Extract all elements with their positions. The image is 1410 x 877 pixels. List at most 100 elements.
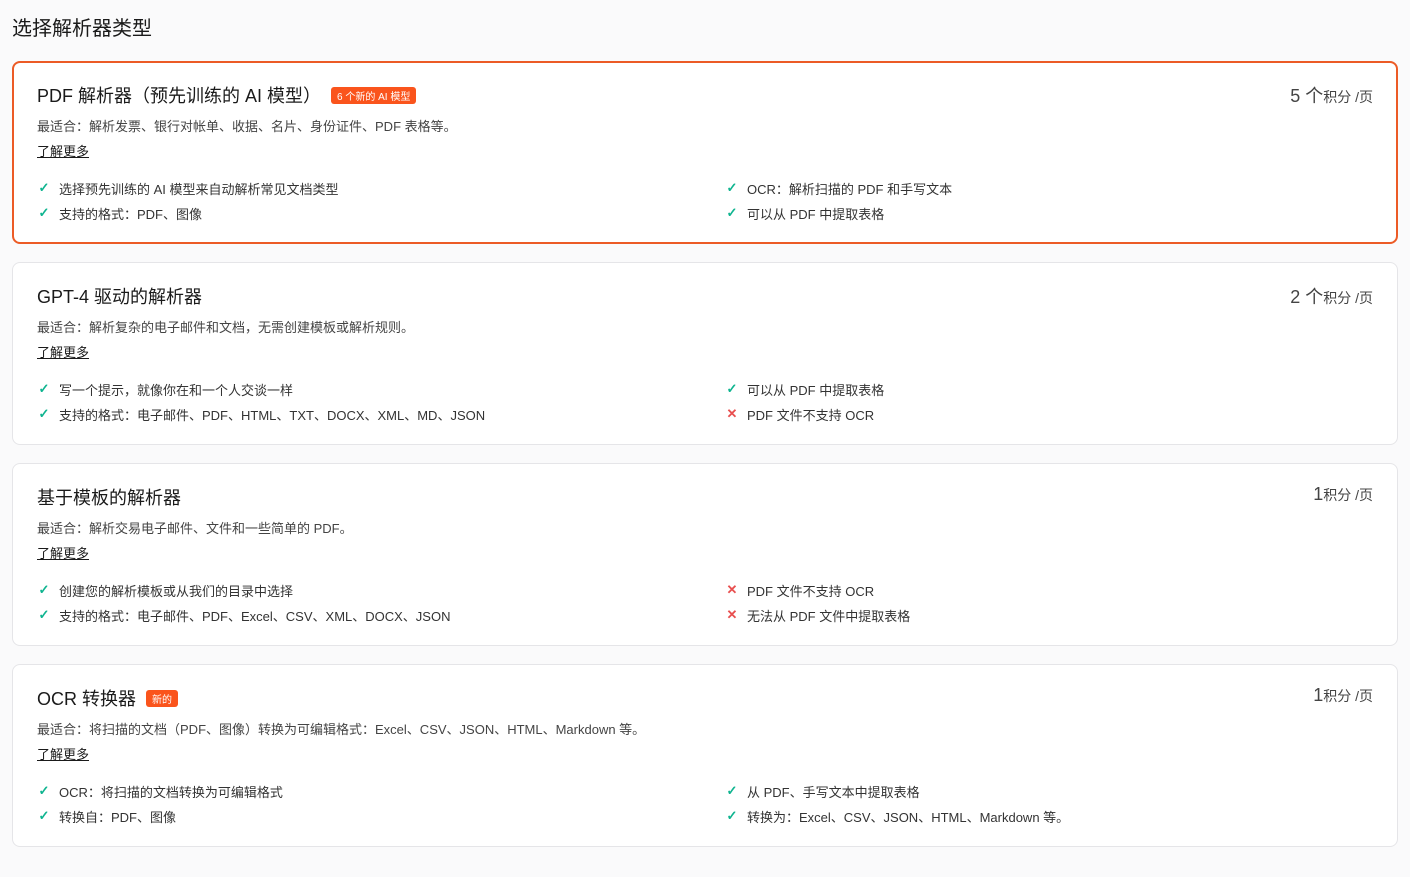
check-icon: ✓ xyxy=(725,180,739,196)
feature-grid: ✓ OCR：将扫描的文档转换为可编辑格式 ✓ 从 PDF、手写文本中提取表格 ✓ 转换自：… xyxy=(37,782,1373,826)
badge: 新的 xyxy=(146,690,178,707)
parser-best-for: 最适合：解析复杂的电子邮件和文档，无需创建模板或解析规则。 xyxy=(37,317,414,336)
parser-title: 基于模板的解析器 xyxy=(37,484,181,510)
feature-item: ✕ PDF 文件不支持 OCR xyxy=(725,581,1373,600)
feature-item: ✓ OCR：解析扫描的 PDF 和手写文本 xyxy=(725,179,1373,198)
feature-text: 从 PDF、手写文本中提取表格 xyxy=(747,782,920,801)
cross-icon: ✕ xyxy=(725,582,739,598)
price-unit: 积分 /页 xyxy=(1323,688,1373,704)
card-title-wrap: PDF 解析器（预先训练的 AI 模型） 6 个新的 AI 模型 xyxy=(37,82,457,108)
card-title-wrap: 基于模板的解析器 xyxy=(37,484,353,510)
parser-card[interactable]: OCR 转换器新的最适合：将扫描的文档（PDF、图像）转换为可编辑格式：Exce… xyxy=(12,664,1398,847)
feature-text: 转换自：PDF、图像 xyxy=(59,807,176,826)
feature-grid: ✓ 选择预先训练的 AI 模型来自动解析常见文档类型 ✓ OCR：解析扫描的 PDF … xyxy=(37,179,1373,223)
best-for-text: 将扫描的文档（PDF、图像）转换为可编辑格式：Excel、CSV、JSON、HT… xyxy=(89,722,645,737)
feature-text: 支持的格式：电子邮件、PDF、Excel、CSV、XML、DOCX、JSON xyxy=(59,606,450,625)
feature-item: ✕ PDF 文件不支持 OCR xyxy=(725,405,1373,424)
feature-item: ✓ 选择预先训练的 AI 模型来自动解析常见文档类型 xyxy=(37,179,685,198)
page-title: 选择解析器类型 xyxy=(12,12,1398,41)
check-icon: ✓ xyxy=(37,381,51,397)
feature-item: ✓ 写一个提示，就像你在和一个人交谈一样 xyxy=(37,380,685,399)
price-unit: 积分 /页 xyxy=(1323,89,1373,105)
card-header: OCR 转换器新的最适合：将扫描的文档（PDF、图像）转换为可编辑格式：Exce… xyxy=(37,685,1373,764)
check-icon: ✓ xyxy=(37,783,51,799)
parser-title: OCR 转换器 xyxy=(37,685,136,711)
price-number: 2 个 xyxy=(1290,287,1323,307)
learn-more-link[interactable]: 了解更多 xyxy=(37,543,89,562)
best-for-prefix: 最适合： xyxy=(37,320,89,335)
feature-item: ✓ OCR：将扫描的文档转换为可编辑格式 xyxy=(37,782,685,801)
feature-item: ✓ 可以从 PDF 中提取表格 xyxy=(725,380,1373,399)
best-for-prefix: 最适合： xyxy=(37,521,89,536)
parser-price: 2 个积分 /页 xyxy=(1290,283,1373,309)
feature-grid: ✓ 写一个提示，就像你在和一个人交谈一样 ✓ 可以从 PDF 中提取表格 ✓ 支持的格式：… xyxy=(37,380,1373,424)
check-icon: ✓ xyxy=(37,808,51,824)
badge: 6 个新的 AI 模型 xyxy=(331,87,416,104)
parser-title: GPT-4 驱动的解析器 xyxy=(37,283,202,309)
parser-best-for: 最适合：将扫描的文档（PDF、图像）转换为可编辑格式：Excel、CSV、JSO… xyxy=(37,719,645,738)
feature-item: ✓ 支持的格式：电子邮件、PDF、HTML、TXT、DOCX、XML、MD、JSO… xyxy=(37,405,685,424)
check-icon: ✓ xyxy=(37,205,51,221)
check-icon: ✓ xyxy=(725,808,739,824)
feature-item: ✓ 创建您的解析模板或从我们的目录中选择 xyxy=(37,581,685,600)
card-header: 基于模板的解析器最适合：解析交易电子邮件、文件和一些简单的 PDF。了解更多 1积… xyxy=(37,484,1373,563)
cross-icon: ✕ xyxy=(725,406,739,422)
feature-text: PDF 文件不支持 OCR xyxy=(747,581,874,600)
price-unit: 积分 /页 xyxy=(1323,290,1373,306)
feature-text: PDF 文件不支持 OCR xyxy=(747,405,874,424)
learn-more-link[interactable]: 了解更多 xyxy=(37,141,89,160)
check-icon: ✓ xyxy=(37,180,51,196)
price-number: 5 个 xyxy=(1290,86,1323,106)
parser-best-for: 最适合：解析发票、银行对帐单、收据、名片、身份证件、PDF 表格等。 xyxy=(37,116,457,135)
parser-title: PDF 解析器（预先训练的 AI 模型） xyxy=(37,82,321,108)
learn-more-link[interactable]: 了解更多 xyxy=(37,744,89,763)
feature-item: ✓ 转换自：PDF、图像 xyxy=(37,807,685,826)
card-title-wrap: GPT-4 驱动的解析器 xyxy=(37,283,414,309)
feature-text: 写一个提示，就像你在和一个人交谈一样 xyxy=(59,380,293,399)
best-for-text: 解析复杂的电子邮件和文档，无需创建模板或解析规则。 xyxy=(89,320,414,335)
feature-grid: ✓ 创建您的解析模板或从我们的目录中选择 ✕ PDF 文件不支持 OCR ✓ 支持的格式：… xyxy=(37,581,1373,625)
check-icon: ✓ xyxy=(725,783,739,799)
parser-price: 5 个积分 /页 xyxy=(1290,82,1373,108)
best-for-prefix: 最适合： xyxy=(37,722,89,737)
feature-text: 支持的格式：PDF、图像 xyxy=(59,204,202,223)
parser-price: 1积分 /页 xyxy=(1313,484,1373,505)
best-for-text: 解析发票、银行对帐单、收据、名片、身份证件、PDF 表格等。 xyxy=(89,119,457,134)
check-icon: ✓ xyxy=(37,607,51,623)
feature-text: 可以从 PDF 中提取表格 xyxy=(747,380,884,399)
parser-price: 1积分 /页 xyxy=(1313,685,1373,706)
parser-card[interactable]: GPT-4 驱动的解析器最适合：解析复杂的电子邮件和文档，无需创建模板或解析规则… xyxy=(12,262,1398,445)
feature-item: ✓ 支持的格式：电子邮件、PDF、Excel、CSV、XML、DOCX、JSON xyxy=(37,606,685,625)
feature-text: 创建您的解析模板或从我们的目录中选择 xyxy=(59,581,293,600)
feature-item: ✕ 无法从 PDF 文件中提取表格 xyxy=(725,606,1373,625)
cross-icon: ✕ xyxy=(725,607,739,623)
card-title-wrap: OCR 转换器新的 xyxy=(37,685,645,711)
parser-best-for: 最适合：解析交易电子邮件、文件和一些简单的 PDF。 xyxy=(37,518,353,537)
price-number: 1 xyxy=(1313,685,1323,705)
price-number: 1 xyxy=(1313,484,1323,504)
card-header: PDF 解析器（预先训练的 AI 模型） 6 个新的 AI 模型最适合：解析发票、… xyxy=(37,82,1373,161)
feature-text: 选择预先训练的 AI 模型来自动解析常见文档类型 xyxy=(59,179,339,198)
check-icon: ✓ xyxy=(725,381,739,397)
feature-text: 转换为：Excel、CSV、JSON、HTML、Markdown 等。 xyxy=(747,807,1069,826)
feature-item: ✓ 可以从 PDF 中提取表格 xyxy=(725,204,1373,223)
check-icon: ✓ xyxy=(725,205,739,221)
check-icon: ✓ xyxy=(37,582,51,598)
card-header: GPT-4 驱动的解析器最适合：解析复杂的电子邮件和文档，无需创建模板或解析规则… xyxy=(37,283,1373,362)
best-for-prefix: 最适合： xyxy=(37,119,89,134)
price-unit: 积分 /页 xyxy=(1323,487,1373,503)
learn-more-link[interactable]: 了解更多 xyxy=(37,342,89,361)
feature-text: OCR：解析扫描的 PDF 和手写文本 xyxy=(747,179,952,198)
parser-list: PDF 解析器（预先训练的 AI 模型）6 个新的 AI 模型最适合：解析发票、… xyxy=(12,61,1398,847)
feature-item: ✓ 转换为：Excel、CSV、JSON、HTML、Markdown 等。 xyxy=(725,807,1373,826)
parser-card[interactable]: 基于模板的解析器最适合：解析交易电子邮件、文件和一些简单的 PDF。了解更多 1积… xyxy=(12,463,1398,646)
feature-item: ✓ 从 PDF、手写文本中提取表格 xyxy=(725,782,1373,801)
feature-text: 可以从 PDF 中提取表格 xyxy=(747,204,884,223)
feature-item: ✓ 支持的格式：PDF、图像 xyxy=(37,204,685,223)
feature-text: 无法从 PDF 文件中提取表格 xyxy=(747,606,910,625)
parser-card[interactable]: PDF 解析器（预先训练的 AI 模型） 6 个新的 AI 模型最适合：解析发票、… xyxy=(12,61,1398,244)
check-icon: ✓ xyxy=(37,406,51,422)
feature-text: OCR：将扫描的文档转换为可编辑格式 xyxy=(59,782,283,801)
best-for-text: 解析交易电子邮件、文件和一些简单的 PDF。 xyxy=(89,521,353,536)
feature-text: 支持的格式：电子邮件、PDF、HTML、TXT、DOCX、XML、MD、JSON xyxy=(59,405,485,424)
